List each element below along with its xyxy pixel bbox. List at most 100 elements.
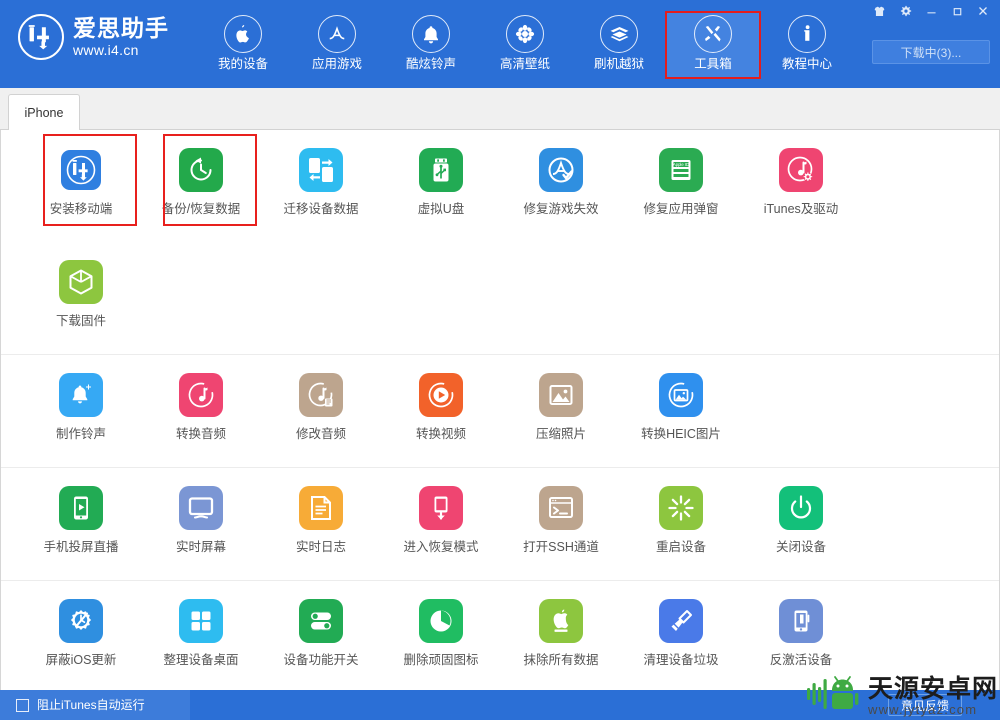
tool-group: 制作铃声 转换音频 修改音频 转换视频 压缩照片 转换HEIC图片	[1, 354, 999, 467]
nav-item-ringtones[interactable]: 酷炫铃声	[384, 12, 478, 78]
tool-screen-cast-live[interactable]: 手机投屏直播	[21, 468, 141, 580]
maximize-icon[interactable]	[944, 1, 970, 21]
nav-item-apps-games[interactable]: 应用游戏	[290, 12, 384, 78]
appstore-icon	[318, 15, 356, 53]
tool-label: 转换视频	[415, 427, 466, 441]
tool-install-mobile[interactable]: 安装移动端	[21, 130, 141, 242]
main-nav: 我的设备 应用游戏 酷炫铃声 高清壁纸 刷机越狱 工具箱 教程中心	[196, 11, 854, 79]
minimize-icon[interactable]	[918, 1, 944, 21]
download-status-button[interactable]: 下载中(3)...	[872, 40, 990, 64]
block-itunes-label: 阻止iTunes自动运行	[37, 698, 145, 712]
tool-make-ringtone[interactable]: 制作铃声	[21, 355, 141, 467]
usb-drive-icon	[419, 148, 463, 192]
erase-apple-icon	[539, 599, 583, 643]
backup-restore-icon	[179, 148, 223, 192]
nav-item-flash-jailbreak[interactable]: 刷机越狱	[572, 12, 666, 78]
tool-device-feature-toggles[interactable]: 设备功能开关	[261, 581, 381, 693]
skin-icon[interactable]	[866, 1, 892, 21]
tool-label: 实时屏幕	[175, 540, 226, 554]
app-header: 爱思助手 www.i4.cn 我的设备 应用游戏 酷炫铃声 高清壁纸 刷机越狱 …	[0, 0, 1000, 88]
tool-edit-audio[interactable]: 修改音频	[261, 355, 381, 467]
settings-gear-icon[interactable]	[892, 1, 918, 21]
tool-label: 安装移动端	[49, 202, 113, 216]
nav-item-label: 工具箱	[694, 57, 732, 71]
tool-label: 清理设备垃圾	[643, 653, 719, 667]
tool-virtual-usb[interactable]: 虚拟U盘	[381, 130, 501, 242]
tab-iphone[interactable]: iPhone	[8, 94, 80, 130]
nav-item-my-device[interactable]: 我的设备	[196, 12, 290, 78]
tool-realtime-screen[interactable]: 实时屏幕	[141, 468, 261, 580]
restart-icon	[659, 486, 703, 530]
tool-convert-audio[interactable]: 转换音频	[141, 355, 261, 467]
tool-label: 进入恢复模式	[403, 540, 479, 554]
tool-organize-home-screen[interactable]: 整理设备桌面	[141, 581, 261, 693]
nav-item-label: 教程中心	[781, 57, 832, 71]
window-titlebar	[866, 0, 996, 22]
tool-migrate-device-data[interactable]: 迁移设备数据	[261, 130, 381, 242]
status-bar: 阻止iTunes自动运行 意见反馈	[0, 690, 1000, 720]
tool-label: 修复游戏失效	[523, 202, 599, 216]
tool-enter-recovery-mode[interactable]: 进入恢复模式	[381, 468, 501, 580]
tool-label: 关闭设备	[775, 540, 826, 554]
tool-label: 屏蔽iOS更新	[45, 653, 117, 667]
nav-item-label: 应用游戏	[311, 57, 362, 71]
brand[interactable]: 爱思助手 www.i4.cn	[18, 14, 169, 60]
block-update-icon	[59, 599, 103, 643]
tool-label: 反激活设备	[769, 653, 833, 667]
tool-fix-game-failure[interactable]: 修复游戏失效	[501, 130, 621, 242]
tool-clean-device-junk[interactable]: 清理设备垃圾	[621, 581, 741, 693]
brand-name: 爱思助手	[73, 16, 169, 43]
tool-realtime-log[interactable]: 实时日志	[261, 468, 381, 580]
tool-convert-video[interactable]: 转换视频	[381, 355, 501, 467]
tool-fix-app-popup[interactable]: Apple ID 修复应用弹窗	[621, 130, 741, 242]
tool-label: 手机投屏直播	[43, 540, 119, 554]
feedback-button[interactable]: 意见反馈	[887, 694, 962, 716]
ringtone-bell-icon	[59, 373, 103, 417]
clean-broom-icon	[659, 599, 703, 643]
nav-item-wallpapers[interactable]: 高清壁纸	[478, 12, 572, 78]
tool-label: 删除顽固图标	[403, 653, 479, 667]
block-itunes-checkbox[interactable]	[16, 698, 29, 712]
box-open-icon	[600, 15, 638, 53]
tool-restart-device[interactable]: 重启设备	[621, 468, 741, 580]
delete-icon-icon	[419, 599, 463, 643]
tool-convert-heic[interactable]: 转换HEIC图片	[621, 355, 741, 467]
tool-delete-stubborn-icons[interactable]: 删除顽固图标	[381, 581, 501, 693]
close-icon[interactable]	[970, 1, 996, 21]
tool-label: 压缩照片	[535, 427, 586, 441]
audio-edit-icon	[299, 373, 343, 417]
heic-convert-icon	[659, 373, 703, 417]
tool-backup-restore[interactable]: 备份/恢复数据	[141, 130, 261, 242]
monitor-icon	[179, 486, 223, 530]
tool-label: 打开SSH通道	[523, 540, 599, 554]
brand-text: 爱思助手 www.i4.cn	[73, 17, 169, 56]
tool-compress-photo[interactable]: 压缩照片	[501, 355, 621, 467]
tool-deactivate-device[interactable]: 反激活设备	[741, 581, 861, 693]
tool-group: 安装移动端 备份/恢复数据 迁移设备数据 虚拟U盘 修复游戏失效 Apple I…	[1, 130, 999, 354]
recovery-mode-icon	[419, 486, 463, 530]
appstore-fix-icon	[539, 148, 583, 192]
power-off-icon	[779, 486, 823, 530]
tab-label: iPhone	[24, 105, 64, 120]
tool-label: 实时日志	[295, 540, 346, 554]
tool-itunes-drivers[interactable]: iTunes及驱动	[741, 130, 861, 242]
audio-convert-icon	[179, 373, 223, 417]
tool-download-firmware[interactable]: 下载固件	[21, 242, 141, 354]
nav-item-label: 酷炫铃声	[405, 57, 456, 71]
organize-grid-icon	[179, 599, 223, 643]
tool-erase-all-data[interactable]: 抹除所有数据	[501, 581, 621, 693]
device-tab-strip: iPhone	[0, 88, 1000, 130]
nav-item-tutorials[interactable]: 教程中心	[760, 12, 854, 78]
nav-item-label: 刷机越狱	[593, 57, 644, 71]
block-itunes-toggle[interactable]: 阻止iTunes自动运行	[0, 690, 190, 720]
nav-item-toolbox[interactable]: 工具箱	[665, 11, 761, 79]
nav-item-label: 我的设备	[217, 57, 268, 71]
firmware-box-icon	[59, 260, 103, 304]
nav-item-label: 高清壁纸	[499, 57, 550, 71]
tool-label: 设备功能开关	[283, 653, 359, 667]
svg-text:Apple ID: Apple ID	[673, 162, 689, 167]
tool-label: 修复应用弹窗	[643, 202, 719, 216]
tool-block-ios-update[interactable]: 屏蔽iOS更新	[21, 581, 141, 693]
tool-shutdown-device[interactable]: 关闭设备	[741, 468, 861, 580]
tool-open-ssh[interactable]: 打开SSH通道	[501, 468, 621, 580]
